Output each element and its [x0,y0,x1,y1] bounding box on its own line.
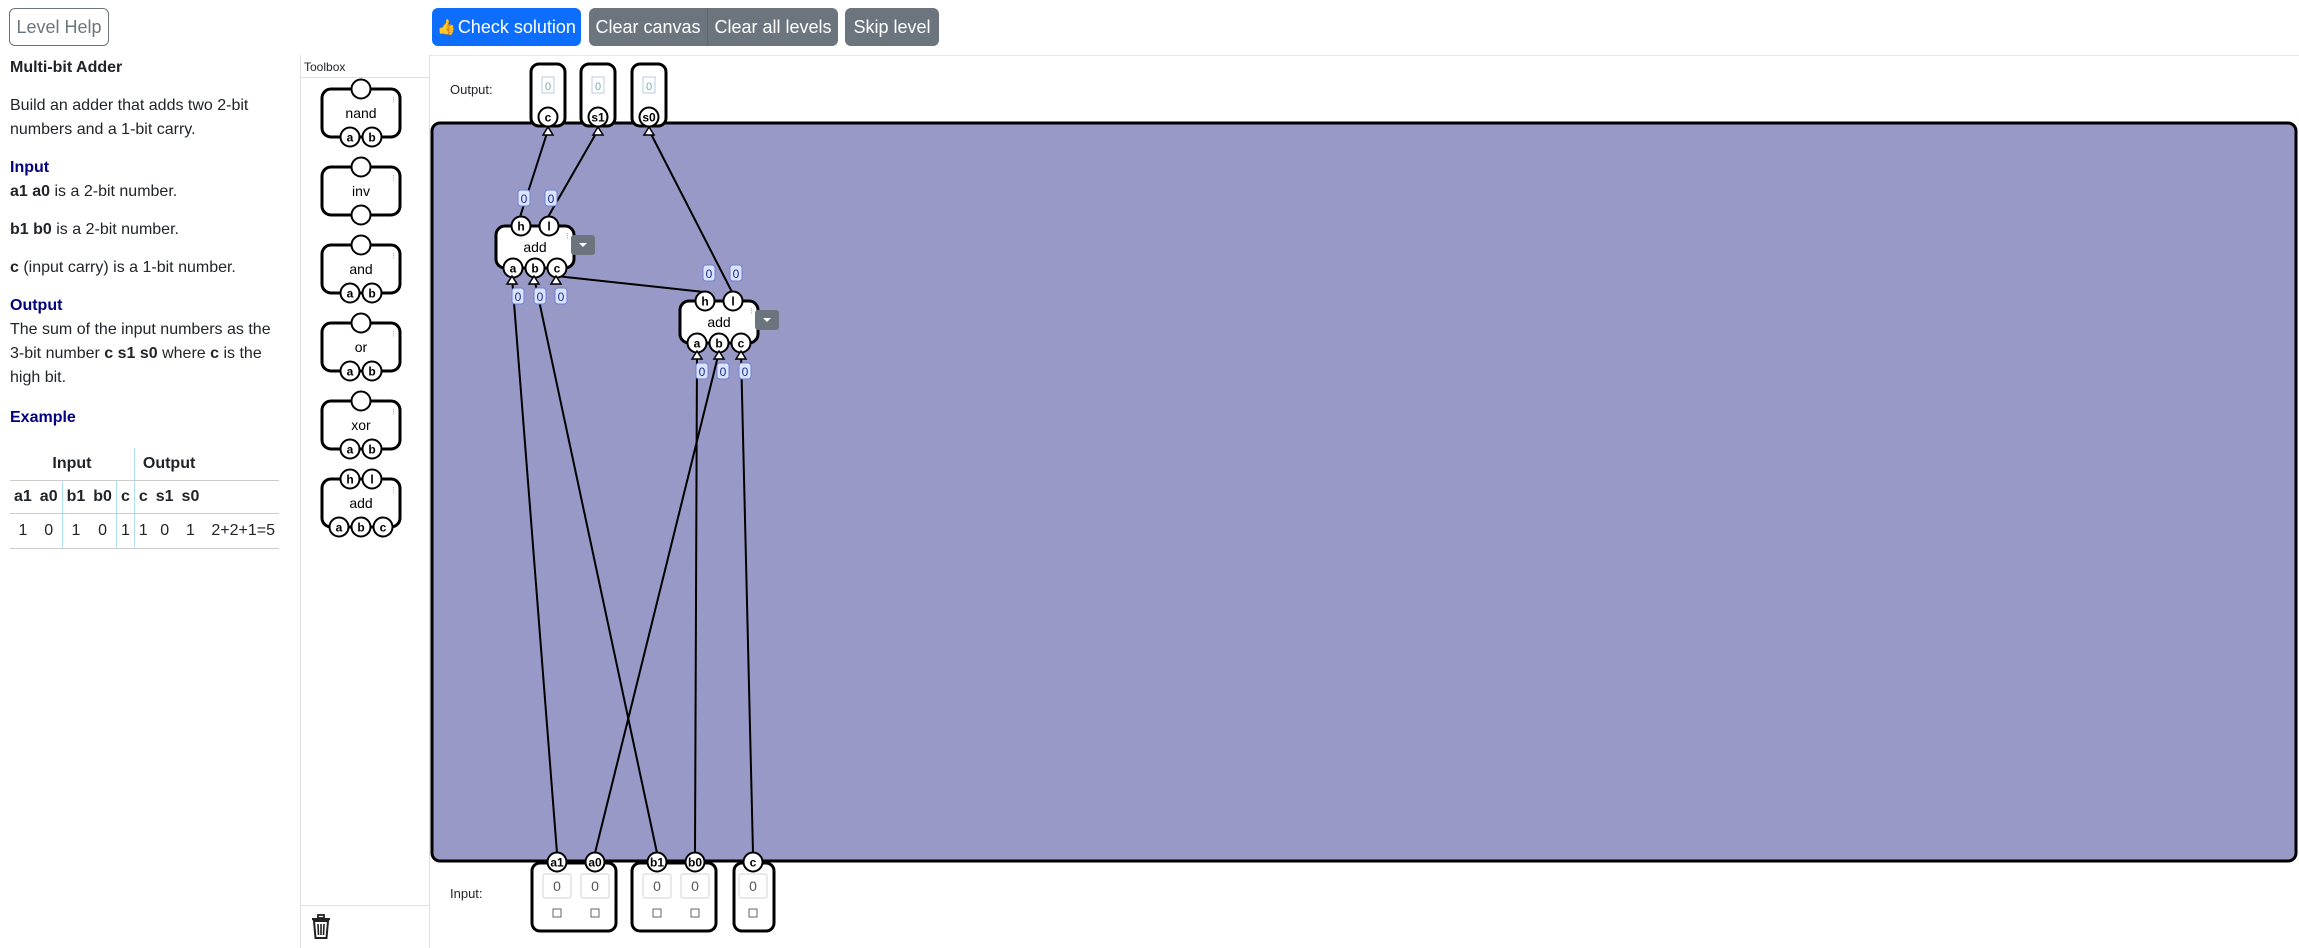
thumbs-up-icon: 👍 [437,19,456,36]
example-output-group-header: Output [133,448,204,481]
level-title: Multi-bit Adder [10,59,123,76]
clear-button-group: Clear canvas Clear all levels [589,8,838,46]
output-description: The sum of the input numbers as the 3-bi… [10,321,271,386]
input-row-label: Input: [450,886,483,901]
level-info-panel: Multi-bit Adder Build an adder that adds… [10,56,295,549]
check-solution-button[interactable]: 👍 Check solution [432,8,581,46]
example-heading: Example [10,409,76,426]
example-table: Input Output a1 a0 b1 b0 c c s1 s0 1 0 1… [10,448,279,549]
trash-icon[interactable] [310,914,332,940]
clear-canvas-button[interactable]: Clear canvas [589,8,707,46]
clear-all-levels-button[interactable]: Clear all levels [708,8,838,46]
input-heading: Input [10,159,50,176]
level-help-button[interactable]: Level Help [9,8,109,46]
example-row: 1 0 1 0 1 1 0 1 2+2+1=5 [10,513,279,549]
output-heading: Output [10,297,63,314]
canvas-area [430,55,2299,948]
toolbox-panel [300,55,430,948]
input-line-a: a1 a0 is a 2-bit number. [10,183,178,200]
level-description: Build an adder that adds two 2-bit numbe… [10,97,249,138]
input-line-c: c (input carry) is a 1-bit number. [10,259,236,276]
example-input-group-header: Input [10,448,135,481]
skip-level-button[interactable]: Skip level [845,8,939,46]
output-row-label: Output: [450,82,493,97]
check-solution-label: Check solution [457,16,576,37]
input-line-b: b1 b0 is a 2-bit number. [10,221,179,238]
example-column-headers: a1 a0 b1 b0 c c s1 s0 [10,480,279,514]
toolbox-title: Toolbox [304,60,346,74]
